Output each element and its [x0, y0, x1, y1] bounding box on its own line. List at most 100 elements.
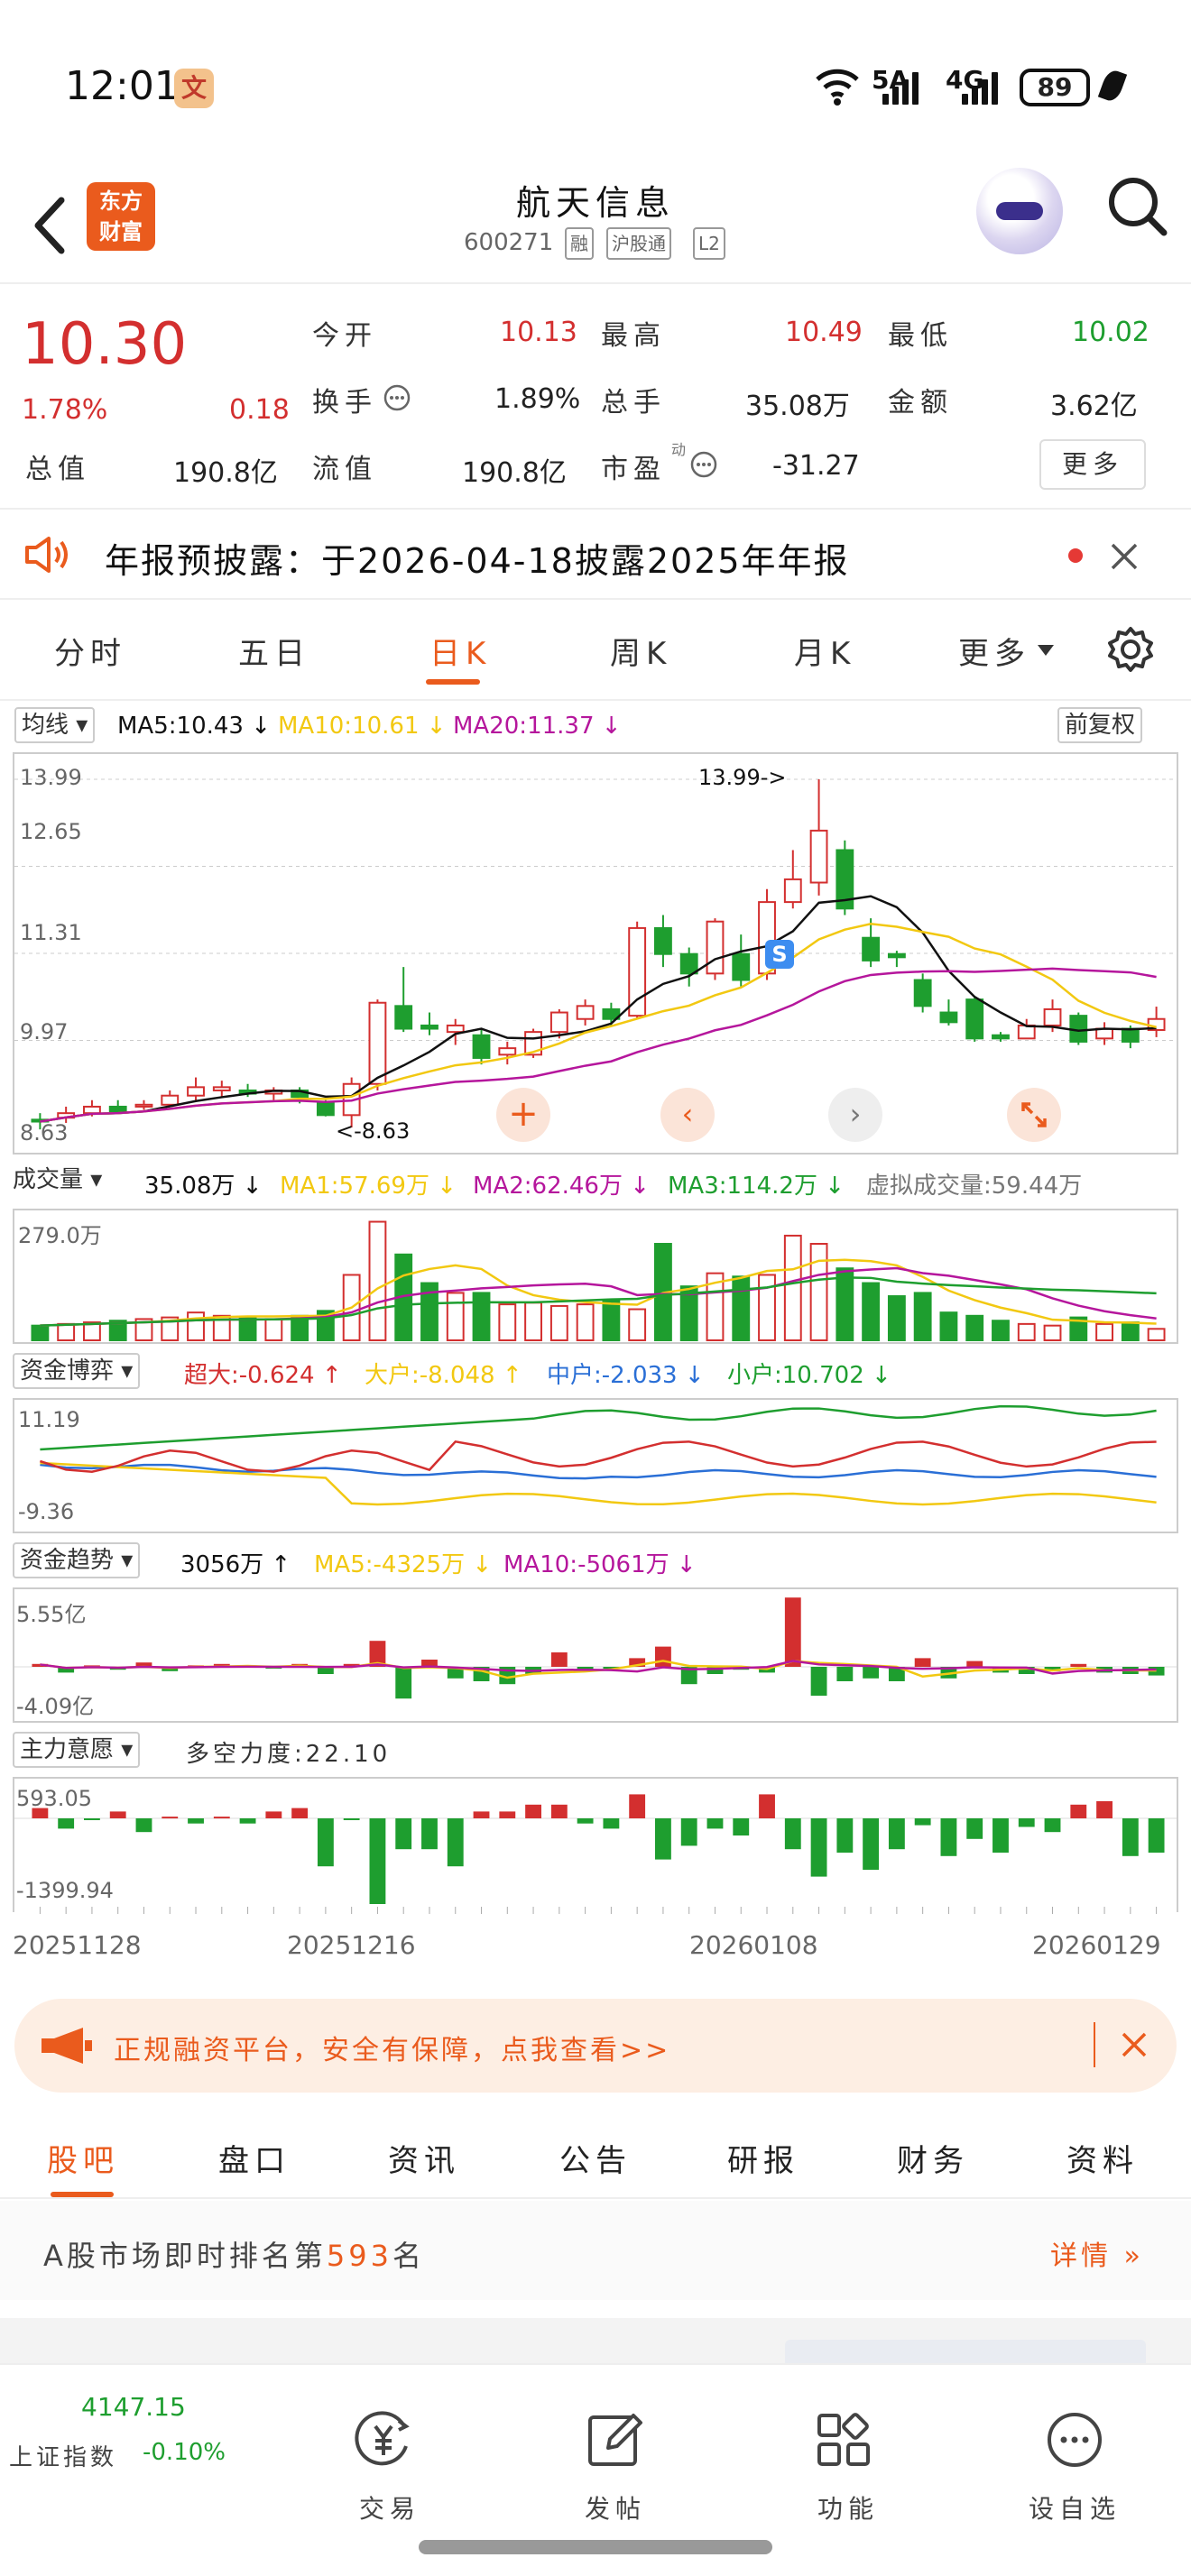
game-selector[interactable]: 资金博弈 ▾	[13, 1353, 141, 1389]
bear-bar	[421, 1818, 438, 1850]
candle-down	[316, 1102, 335, 1117]
tab-news[interactable]: 资讯	[388, 2136, 460, 2180]
y-label-2: 12.65	[20, 819, 82, 844]
fullscreen-button[interactable]	[1007, 1088, 1061, 1142]
pan-left-button[interactable]: ‹	[660, 1088, 715, 1142]
outflow-bar	[395, 1667, 412, 1699]
assistant-robot-avatar[interactable]	[976, 168, 1063, 254]
bear-bar	[992, 1818, 1009, 1853]
zoom-in-button[interactable]: +	[496, 1088, 550, 1142]
pan-right-button[interactable]: ›	[828, 1088, 882, 1142]
candle-up	[134, 1103, 153, 1108]
candle-up	[187, 1086, 205, 1097]
home-indicator[interactable]	[419, 2540, 772, 2554]
bull-bar	[265, 1811, 282, 1818]
bull-bar	[525, 1804, 541, 1818]
will-selector[interactable]: 主力意愿 ▾	[13, 1732, 141, 1768]
date-label-1: 20251128	[13, 1930, 142, 1960]
tab-more[interactable]: 更多	[958, 629, 1030, 673]
bull-bar	[759, 1794, 775, 1818]
info-circle-icon[interactable]	[689, 450, 718, 479]
game-y-max: 11.19	[18, 1407, 80, 1432]
volume-bar-down	[602, 1300, 621, 1342]
index-name[interactable]: 上证指数	[9, 2439, 117, 2472]
trend-y-max: 5.55亿	[16, 1602, 87, 1627]
tab-finance[interactable]: 财务	[897, 2136, 969, 2180]
vol-ma3: MA3:114.2万 ↓	[668, 1173, 845, 1200]
info-circle-icon[interactable]	[383, 383, 411, 412]
post-edit-icon[interactable]	[583, 2408, 646, 2471]
nav-post[interactable]: 发帖	[585, 2489, 646, 2525]
tab-announcements[interactable]: 公告	[559, 2136, 632, 2180]
tab-weekly-k[interactable]: 周K	[610, 629, 671, 673]
notice-text: 年报预披露：于2026-04-18披露2025年年报	[105, 541, 850, 581]
tab-monthly-k[interactable]: 月K	[794, 629, 855, 673]
watchlist-more-icon[interactable]	[1043, 2408, 1106, 2471]
search-icon[interactable]	[1104, 175, 1169, 240]
game-chart[interactable]: 11.19 -9.36	[13, 1398, 1178, 1533]
sell-signal-badge[interactable]: S	[765, 940, 794, 969]
index-value[interactable]: 4147.15	[81, 2392, 186, 2422]
tab-profile[interactable]: 资料	[1066, 2136, 1139, 2180]
amount-value: 3.62亿	[1050, 391, 1138, 422]
tab-daily-k[interactable]: 日K	[429, 629, 491, 673]
nav-trade[interactable]: 交易	[359, 2489, 420, 2525]
volume-chart[interactable]: 279.0万	[13, 1209, 1178, 1344]
notice-bar[interactable]: 年报预披露：于2026-04-18披露2025年年报	[0, 510, 1191, 600]
game-y-min: -9.36	[18, 1499, 75, 1524]
tab-intraday[interactable]: 分时	[54, 629, 126, 673]
will-chart[interactable]: 593.05 -1399.94	[13, 1777, 1178, 1914]
volume-bar-up	[187, 1311, 205, 1341]
bear-bar	[888, 1818, 905, 1850]
trend-chart[interactable]: 5.55亿 -4.09亿	[13, 1587, 1178, 1723]
volume-selector[interactable]: 成交量 ▾	[13, 1164, 102, 1200]
max-price-marker: 13.99->	[698, 765, 787, 790]
candle-down	[913, 979, 932, 1007]
volume-bar-down	[862, 1282, 881, 1341]
vol-ma1-line	[40, 1258, 1157, 1327]
volume-bar-up	[1017, 1322, 1036, 1342]
bear-bar	[343, 1818, 360, 1820]
tab-pankou[interactable]: 盘口	[218, 2136, 291, 2180]
ma-selector[interactable]: 均线 ▾	[14, 707, 96, 743]
close-icon[interactable]	[1110, 542, 1139, 571]
bull-bar	[550, 1804, 568, 1818]
promo-banner[interactable]: 正规融资平台，安全有保障，点我查看>>	[14, 1999, 1177, 2093]
virtual-volume: 虚拟成交量:59.44万	[866, 1173, 1083, 1200]
trend-selector[interactable]: 资金趋势 ▾	[13, 1542, 141, 1578]
volume-bar-up	[1095, 1322, 1113, 1342]
volume-label: 总手	[601, 387, 666, 419]
inflow-bar	[1070, 1663, 1087, 1667]
date-label-2: 20251216	[287, 1930, 416, 1960]
tab-guba[interactable]: 股吧	[47, 2136, 119, 2180]
index-pct[interactable]: -0.10%	[143, 2439, 226, 2466]
volume-bar-up	[1043, 1324, 1062, 1341]
volume-value: 35.08万	[745, 391, 850, 422]
game-selector-label: 资金博弈	[20, 1357, 115, 1385]
ma10-label: MA10:10.61 ↓	[278, 713, 447, 740]
tab-five-day[interactable]: 五日	[238, 629, 310, 673]
more-quote-button[interactable]: 更多	[1039, 439, 1146, 490]
game-small-line	[40, 1404, 1157, 1451]
nav-watchlist-settings[interactable]: 设自选	[1029, 2489, 1121, 2525]
game-svg	[39, 1404, 1157, 1506]
tab-active-indicator	[426, 679, 480, 685]
close-icon[interactable]	[1121, 2031, 1148, 2058]
candle-down	[108, 1105, 127, 1112]
bull-bar	[1070, 1804, 1087, 1818]
rank-detail-link[interactable]: 详情 »	[1050, 2233, 1144, 2273]
bear-bar	[784, 1818, 801, 1850]
volume-bar-up	[809, 1243, 828, 1341]
functions-grid-icon[interactable]	[812, 2408, 875, 2471]
rank-detail-label: 详情	[1050, 2240, 1112, 2272]
volume-bar-up	[758, 1274, 776, 1341]
tab-research[interactable]: 研报	[727, 2136, 799, 2180]
market-rank-row[interactable]: A股市场即时排名第593名 详情 »	[0, 2201, 1191, 2300]
settings-gear-icon[interactable]	[1106, 625, 1155, 674]
kline-chart[interactable]: 13.99 12.65 11.31 9.97 8.63 13.99-> <-8.…	[13, 752, 1178, 1155]
ma5-value: MA5:10.43	[117, 713, 244, 740]
bull-bar	[162, 1817, 179, 1819]
nav-functions[interactable]: 功能	[817, 2489, 879, 2525]
trade-yuan-icon[interactable]	[352, 2408, 415, 2471]
adjust-selector[interactable]: 前复权	[1057, 707, 1143, 743]
